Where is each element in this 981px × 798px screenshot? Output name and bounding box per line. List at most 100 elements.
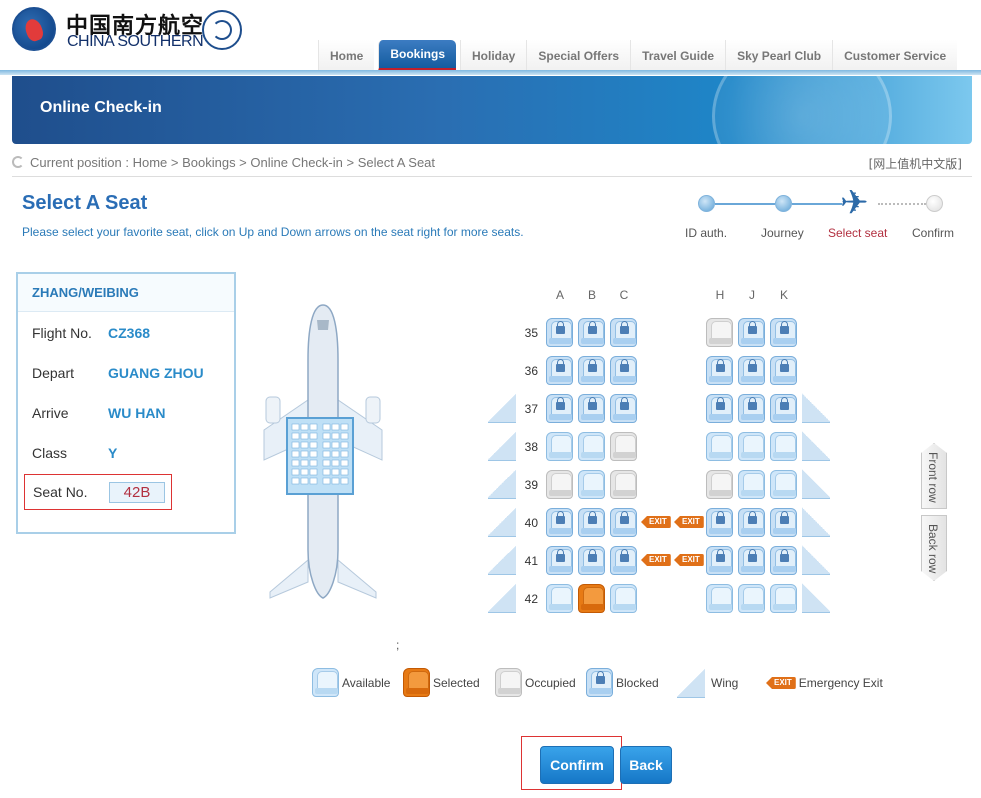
seat-38b[interactable]: [578, 432, 605, 461]
lock-icon: [556, 359, 565, 372]
class-value: Y: [108, 445, 118, 461]
seat-35c: [610, 318, 637, 347]
airplane-icon: ✈: [840, 184, 869, 222]
seat-40h: [706, 508, 733, 537]
nav-tab-holiday[interactable]: Holiday: [460, 40, 527, 71]
china-southern-logo[interactable]: 中国南方航空 CHINA SOUTHERN: [12, 7, 252, 55]
row-number: 42: [524, 592, 538, 606]
lock-icon: [588, 549, 597, 562]
nav-tab-bookings[interactable]: Bookings: [378, 40, 457, 71]
lock-icon: [620, 549, 629, 562]
wing-right-icon: [802, 393, 830, 423]
legend-occupied: Occupied: [495, 668, 576, 697]
seat-legend: Available Selected Occupied Blocked Wing…: [312, 668, 912, 704]
lock-icon: [620, 511, 629, 524]
page-hint: Please select your favorite seat, click …: [22, 225, 524, 239]
step-label-journey: Journey: [761, 226, 804, 240]
flight-no-label: Flight No.: [32, 325, 92, 341]
passenger-info-panel: ZHANG/WEIBING Flight No. CZ368 Depart GU…: [16, 272, 236, 534]
seat-41a: [546, 546, 573, 575]
wing-right-icon: [802, 583, 830, 613]
lock-icon: [716, 511, 725, 524]
lock-icon: [620, 397, 629, 410]
seat-35h: [706, 318, 733, 347]
seat-42k[interactable]: [770, 584, 797, 613]
column-header-c: C: [619, 288, 629, 302]
exit-right-icon: EXIT: [674, 554, 704, 566]
front-row-label: Front row: [926, 452, 940, 503]
seat-42c[interactable]: [610, 584, 637, 613]
lock-icon: [748, 511, 757, 524]
nav-tab-special-offers[interactable]: Special Offers: [526, 40, 631, 71]
selected-seat-icon: [403, 668, 430, 697]
back-button[interactable]: Back: [620, 746, 672, 784]
step-dot-id-auth: [698, 195, 715, 212]
seat-37b: [578, 394, 605, 423]
wing-left-icon: [488, 431, 516, 461]
seat-42h[interactable]: [706, 584, 733, 613]
seat-no-value: 42B: [109, 482, 165, 503]
nav-tab-travel-guide[interactable]: Travel Guide: [630, 40, 726, 71]
lock-icon: [780, 359, 789, 372]
seat-38h[interactable]: [706, 432, 733, 461]
seat-37a: [546, 394, 573, 423]
lock-icon: [748, 359, 757, 372]
seat-42j[interactable]: [738, 584, 765, 613]
page-title: Select A Seat: [22, 192, 148, 214]
nav-tab-sky-pearl-club[interactable]: Sky Pearl Club: [725, 40, 833, 71]
emergency-exit-icon: EXIT: [766, 677, 796, 689]
nav-tab-customer-service[interactable]: Customer Service: [832, 40, 958, 71]
main-nav: Home Bookings Holiday Special Offers Travel …: [318, 40, 958, 71]
seat-37j: [738, 394, 765, 423]
seat-37h: [706, 394, 733, 423]
row-number: 39: [524, 478, 538, 492]
seat-38k[interactable]: [770, 432, 797, 461]
class-label: Class: [32, 445, 68, 461]
wing-right-icon: [802, 469, 830, 499]
wing-icon: [677, 668, 705, 698]
seat-39h: [706, 470, 733, 499]
airplane-diagram: [262, 300, 384, 600]
seat-39j[interactable]: [738, 470, 765, 499]
checkin-progress: ✈ ID auth. Journey Select seat Confirm: [680, 186, 970, 246]
seat-37k: [770, 394, 797, 423]
seat-36a: [546, 356, 573, 385]
skyteam-logo-icon: [202, 10, 242, 50]
seat-38a[interactable]: [546, 432, 573, 461]
nav-underline: [0, 70, 981, 75]
seat-36k: [770, 356, 797, 385]
seat-36j: [738, 356, 765, 385]
chinese-version-link[interactable]: [网上值机中文版]: [869, 155, 962, 172]
arrive-label: Arrive: [32, 405, 69, 421]
wing-left-icon: [488, 583, 516, 613]
back-row-button[interactable]: Back row: [921, 515, 947, 581]
back-row-label: Back row: [926, 524, 940, 574]
breadcrumb-icon: [12, 156, 24, 168]
seat-40k: [770, 508, 797, 537]
seat-41k: [770, 546, 797, 575]
seat-42a[interactable]: [546, 584, 573, 613]
stray-text: ;: [396, 638, 400, 652]
seat-40a: [546, 508, 573, 537]
seat-35j: [738, 318, 765, 347]
seat-38j[interactable]: [738, 432, 765, 461]
confirm-button[interactable]: Confirm: [540, 746, 614, 784]
seat-42b[interactable]: [578, 584, 605, 613]
lock-icon: [556, 511, 565, 524]
seat-39k[interactable]: [770, 470, 797, 499]
step-dot-confirm: [926, 195, 943, 212]
column-header-b: B: [587, 288, 596, 302]
lock-icon: [556, 397, 565, 410]
passenger-name: ZHANG/WEIBING: [18, 274, 234, 312]
front-row-button[interactable]: Front row: [921, 443, 947, 509]
seat-35k: [770, 318, 797, 347]
step-dot-journey: [775, 195, 792, 212]
column-header-a: A: [555, 288, 564, 302]
nav-tab-home[interactable]: Home: [318, 40, 375, 71]
occupied-seat-icon: [495, 668, 522, 697]
legend-exit: EXIT Emergency Exit: [766, 676, 883, 690]
lock-icon: [780, 321, 789, 334]
seat-36h: [706, 356, 733, 385]
seat-39b[interactable]: [578, 470, 605, 499]
seat-41b: [578, 546, 605, 575]
